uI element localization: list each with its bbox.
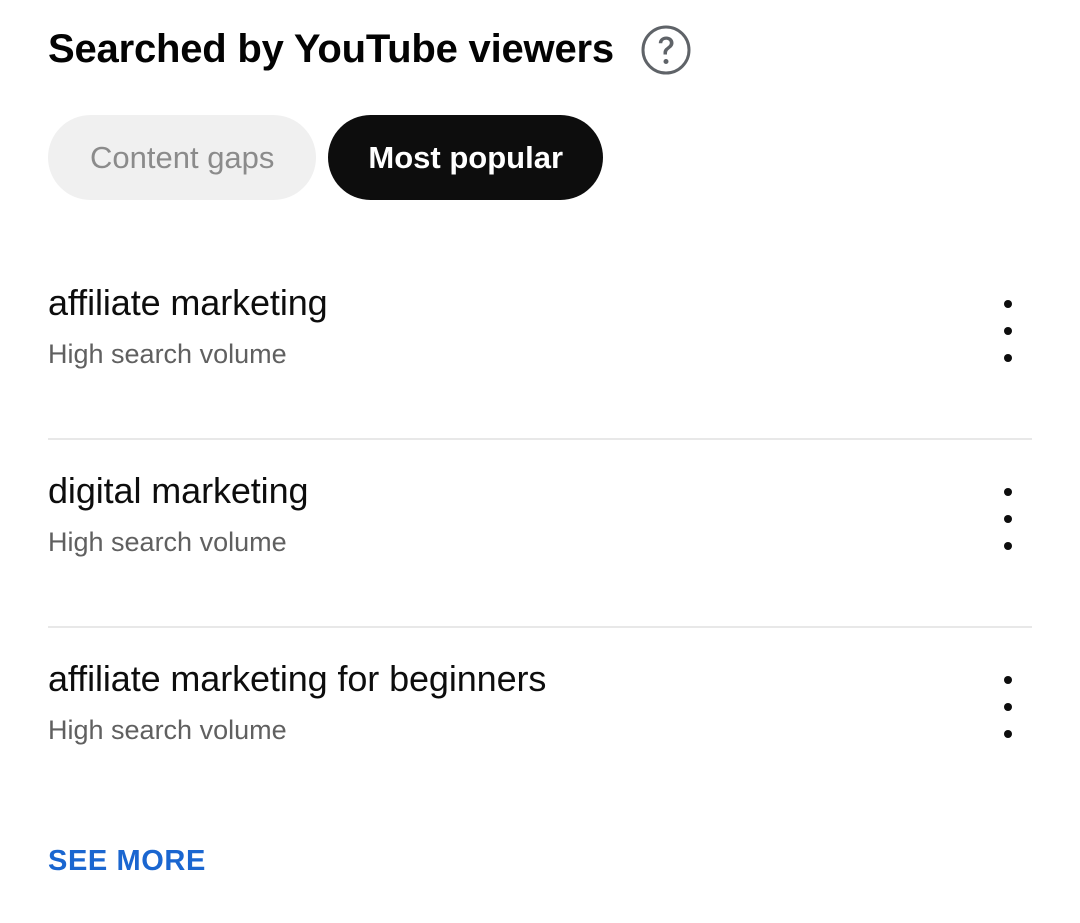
- list-item-text: affiliate marketing for beginners High s…: [48, 628, 546, 746]
- chip-content-gaps[interactable]: Content gaps: [48, 115, 317, 200]
- page-title: Searched by YouTube viewers: [48, 27, 614, 71]
- menu-dot: [1004, 354, 1012, 362]
- menu-dot: [1004, 730, 1012, 738]
- list-item-text: affiliate marketing High search volume: [48, 252, 328, 370]
- filter-chip-group: Content gaps Most popular: [48, 115, 604, 200]
- see-more-link[interactable]: SEE MORE: [48, 845, 206, 878]
- more-vertical-icon[interactable]: [980, 676, 1036, 738]
- more-vertical-icon[interactable]: [980, 488, 1036, 550]
- menu-dot: [1004, 542, 1012, 550]
- list-item[interactable]: digital marketing High search volume: [0, 440, 1080, 628]
- keyword-label: digital marketing: [48, 470, 309, 511]
- menu-dot: [1004, 515, 1012, 523]
- panel-header: Searched by YouTube viewers: [48, 22, 692, 76]
- more-vertical-icon[interactable]: [980, 300, 1036, 362]
- list-item[interactable]: affiliate marketing High search volume: [0, 252, 1080, 440]
- menu-dot: [1004, 488, 1012, 496]
- help-circle-icon[interactable]: [640, 24, 692, 76]
- list-item-text: digital marketing High search volume: [48, 440, 309, 558]
- menu-dot: [1004, 676, 1012, 684]
- keyword-label: affiliate marketing: [48, 282, 328, 323]
- menu-dot: [1004, 300, 1012, 308]
- menu-dot: [1004, 703, 1012, 711]
- list-item[interactable]: affiliate marketing for beginners High s…: [0, 628, 1080, 816]
- search-volume-label: High search volume: [48, 527, 287, 558]
- searched-by-viewers-panel: Searched by YouTube viewers Content gaps…: [0, 0, 1080, 923]
- menu-dot: [1004, 327, 1012, 335]
- keyword-list: affiliate marketing High search volume d…: [0, 252, 1080, 816]
- search-volume-label: High search volume: [48, 339, 287, 370]
- chip-most-popular[interactable]: Most popular: [328, 115, 604, 200]
- search-volume-label: High search volume: [48, 715, 287, 746]
- keyword-label: affiliate marketing for beginners: [48, 658, 547, 699]
